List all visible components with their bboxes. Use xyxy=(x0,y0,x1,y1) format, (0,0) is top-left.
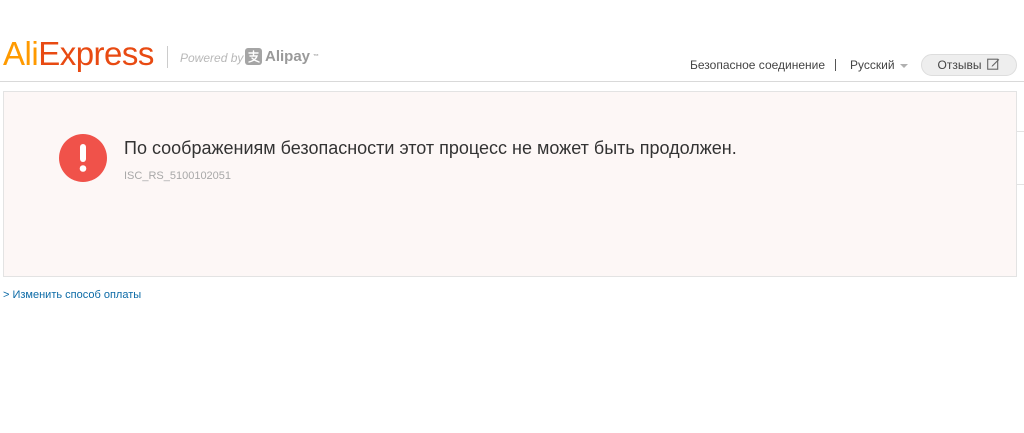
page-header: AliExpress Powered by Alipay ™ Безопасное… xyxy=(0,0,1024,82)
security-alert-panel: По соображениям безопасности этот процес… xyxy=(3,91,1017,277)
feedback-label: Отзывы xyxy=(937,58,982,72)
language-label: Русский xyxy=(850,58,895,72)
chevron-down-icon xyxy=(899,64,908,68)
logo-ali-text: Ali xyxy=(3,35,39,72)
header-divider xyxy=(167,46,168,68)
header-separator xyxy=(835,59,836,71)
edit-icon xyxy=(987,58,1000,73)
side-divider xyxy=(1017,184,1024,185)
secure-connection-text: Безопасное соединение xyxy=(690,58,826,72)
side-divider xyxy=(1017,131,1024,132)
alipay-icon xyxy=(245,48,262,65)
aliexpress-logo[interactable]: AliExpress xyxy=(3,34,154,74)
error-code: ISC_RS_5100102051 xyxy=(124,170,232,182)
exclamation-icon xyxy=(59,134,107,182)
alipay-logo: Alipay ™ xyxy=(245,48,319,65)
powered-by-text: Powered by xyxy=(180,51,244,65)
alert-title: По соображениям безопасности этот процес… xyxy=(124,138,737,158)
alipay-text: Alipay xyxy=(265,48,311,65)
feedback-button[interactable]: Отзывы xyxy=(921,54,1017,76)
language-selector[interactable]: Русский xyxy=(850,58,908,72)
logo-express-text: Express xyxy=(38,35,154,72)
change-payment-method-link[interactable]: > Изменить способ оплаты xyxy=(3,289,141,301)
alipay-trademark: ™ xyxy=(313,53,320,60)
